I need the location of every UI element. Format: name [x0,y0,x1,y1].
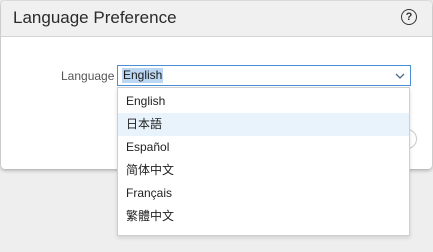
option-simplified-chinese[interactable]: 简体中文 [118,159,409,182]
option-japanese[interactable]: 日本語 [118,113,409,136]
dialog-title: Language Preference [13,8,177,27]
language-select[interactable]: English [117,65,411,86]
language-label: Language [61,69,115,83]
option-traditional-chinese[interactable]: 繁體中文 [118,205,409,228]
option-english[interactable]: English [118,90,409,113]
help-icon[interactable]: ? [401,9,417,25]
option-spanish[interactable]: Español [118,136,409,159]
option-french[interactable]: Français [118,182,409,205]
language-dropdown-list: English 日本語 Español 简体中文 Français 繁體中文 [117,87,410,236]
language-select-value: English [122,68,164,83]
chevron-down-icon[interactable] [394,70,406,82]
dialog-header: Language Preference ? [1,1,432,37]
